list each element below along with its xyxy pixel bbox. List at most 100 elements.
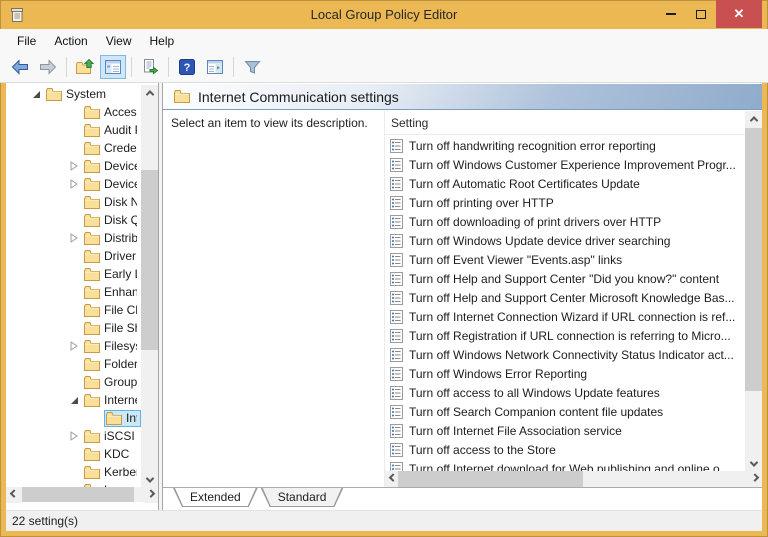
scrollbar-thumb[interactable]	[745, 128, 762, 391]
tree-item[interactable]: Device	[6, 157, 141, 175]
tree-item[interactable]: Kerber	[6, 463, 141, 481]
list-item[interactable]: Turn off Internet File Association servi…	[385, 421, 745, 440]
menu-view[interactable]: View	[97, 31, 141, 51]
tree-horizontal-scrollbar[interactable]	[6, 487, 158, 502]
list-item-label: Turn off Windows Network Connectivity St…	[409, 348, 734, 362]
list-item[interactable]: Turn off Event Viewer "Events.asp" links	[385, 250, 745, 269]
minimize-button[interactable]	[656, 0, 686, 28]
menu-action[interactable]: Action	[45, 31, 96, 51]
list-item[interactable]: Turn off Windows Customer Experience Imp…	[385, 155, 745, 174]
tree-item[interactable]: Filesys	[6, 337, 141, 355]
tree-item-label: Filesys	[104, 339, 137, 353]
scroll-down-arrow[interactable]	[141, 472, 158, 487]
folder-icon	[84, 286, 100, 299]
policy-setting-icon	[390, 158, 403, 172]
list-item[interactable]: Turn off Internet Connection Wizard if U…	[385, 307, 745, 326]
tree-item[interactable]: Distrib	[6, 229, 141, 247]
folder-icon	[84, 304, 100, 317]
tree-item[interactable]: Group	[6, 373, 141, 391]
expand-arrow-icon[interactable]	[66, 233, 82, 243]
expand-arrow-icon[interactable]	[66, 341, 82, 351]
scrollbar-thumb[interactable]	[141, 170, 158, 350]
expand-arrow-icon[interactable]	[66, 161, 82, 171]
list-item[interactable]: Turn off printing over HTTP	[385, 193, 745, 212]
scrollbar-thumb[interactable]	[398, 471, 583, 487]
tree-item[interactable]: Early L	[6, 265, 141, 283]
tree-item[interactable]: Access	[6, 103, 141, 121]
folder-icon	[84, 160, 100, 173]
tree-item-label: Device	[104, 177, 137, 191]
list-item[interactable]: Turn off Registration if URL connection …	[385, 326, 745, 345]
show-hide-console-tree-button[interactable]	[100, 55, 126, 79]
list-item[interactable]: Turn off Windows Error Reporting	[385, 364, 745, 383]
tree-item[interactable]: Folder	[6, 355, 141, 373]
tree-item[interactable]: Interne	[6, 391, 141, 409]
back-button[interactable]	[7, 55, 33, 79]
expand-arrow-icon[interactable]	[66, 179, 82, 189]
list-item[interactable]: Turn off access to the Store	[385, 440, 745, 459]
statusbar: 22 setting(s)	[6, 510, 762, 531]
list-item[interactable]: Turn off Automatic Root Certificates Upd…	[385, 174, 745, 193]
menu-help[interactable]: Help	[141, 31, 184, 51]
export-list-button[interactable]	[137, 55, 163, 79]
tree-item[interactable]: iSCSI	[6, 427, 141, 445]
menu-file[interactable]: File	[8, 31, 45, 51]
scrollbar-thumb[interactable]	[22, 487, 134, 502]
column-header-setting[interactable]: Setting	[385, 111, 762, 135]
maximize-button[interactable]	[686, 0, 716, 28]
tree-item[interactable]: Audit P	[6, 121, 141, 139]
tree-item[interactable]: Disk Q	[6, 211, 141, 229]
list-item[interactable]: Turn off Help and Support Center "Did yo…	[385, 269, 745, 288]
tree-item[interactable]: Inte	[6, 409, 141, 427]
tree-item[interactable]: System	[6, 85, 141, 103]
tree-item[interactable]: File Sh	[6, 319, 141, 337]
help-button[interactable]: ?	[174, 55, 200, 79]
policy-setting-icon	[390, 348, 403, 362]
list-item[interactable]: Turn off access to all Windows Update fe…	[385, 383, 745, 402]
collapse-arrow-icon[interactable]	[28, 90, 44, 99]
tree-item[interactable]: Enhanc	[6, 283, 141, 301]
scroll-right-arrow[interactable]	[747, 471, 762, 487]
tree-item-label: File Cla	[104, 303, 137, 317]
filter-button[interactable]	[239, 55, 265, 79]
tree-item[interactable]: KDC	[6, 445, 141, 463]
list-item[interactable]: Turn off handwriting recognition error r…	[385, 136, 745, 155]
folder-icon	[84, 232, 100, 245]
tree-item[interactable]: Disk N	[6, 193, 141, 211]
tab-standard[interactable]: Standard	[261, 488, 344, 507]
tree-item[interactable]: Device	[6, 175, 141, 193]
up-one-level-button[interactable]	[72, 55, 98, 79]
list-item-label: Turn off Automatic Root Certificates Upd…	[409, 177, 640, 191]
list-horizontal-scrollbar[interactable]	[385, 471, 762, 487]
show-hide-action-pane-button[interactable]	[202, 55, 228, 79]
settings-list: Turn off handwriting recognition error r…	[385, 136, 745, 471]
policy-setting-icon	[390, 424, 403, 438]
scroll-right-arrow[interactable]	[143, 487, 158, 503]
tab-extended[interactable]: Extended	[173, 488, 258, 507]
scroll-left-arrow[interactable]	[6, 487, 21, 503]
tree-item[interactable]: Driver	[6, 247, 141, 265]
tree-item-label: Creden	[104, 141, 137, 155]
list-item-label: Turn off Help and Support Center "Did yo…	[409, 272, 719, 286]
close-button[interactable]: ✕	[716, 0, 762, 28]
policy-setting-icon	[390, 139, 403, 153]
scroll-up-arrow[interactable]	[745, 111, 762, 126]
tree-item[interactable]: Creden	[6, 139, 141, 157]
folder-icon	[84, 124, 100, 137]
tree-item[interactable]: File Cla	[6, 301, 141, 319]
list-item[interactable]: Turn off downloading of print drivers ov…	[385, 212, 745, 231]
list-item[interactable]: Turn off Windows Network Connectivity St…	[385, 345, 745, 364]
collapse-arrow-icon[interactable]	[66, 396, 82, 405]
filter-icon	[244, 60, 261, 75]
list-item[interactable]: Turn off Windows Update device driver se…	[385, 231, 745, 250]
list-item[interactable]: Turn off Internet download for Web publi…	[385, 459, 745, 471]
list-item[interactable]: Turn off Help and Support Center Microso…	[385, 288, 745, 307]
policy-setting-icon	[390, 462, 403, 472]
tree-vertical-scrollbar[interactable]	[141, 85, 158, 487]
scroll-down-arrow[interactable]	[745, 456, 762, 471]
list-item[interactable]: Turn off Search Companion content file u…	[385, 402, 745, 421]
scroll-up-arrow[interactable]	[141, 85, 158, 100]
forward-button[interactable]	[35, 55, 61, 79]
expand-arrow-icon[interactable]	[66, 431, 82, 441]
list-vertical-scrollbar[interactable]	[745, 111, 762, 471]
